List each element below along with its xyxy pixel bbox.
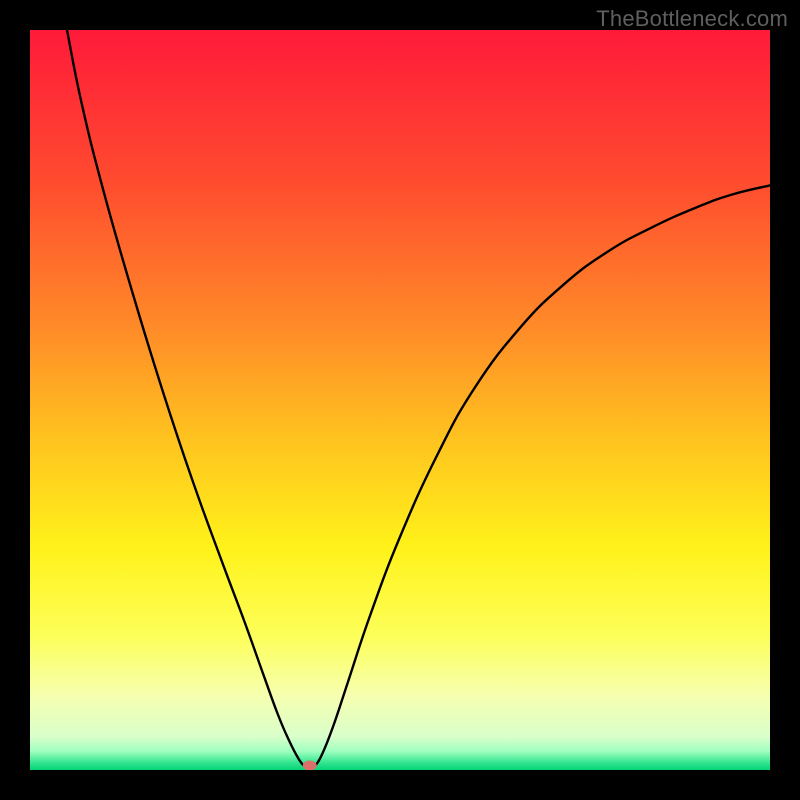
plot-area bbox=[30, 30, 770, 770]
bottleneck-chart bbox=[30, 30, 770, 770]
watermark-text: TheBottleneck.com bbox=[596, 6, 788, 32]
gradient-background bbox=[30, 30, 770, 770]
chart-frame: TheBottleneck.com bbox=[0, 0, 800, 800]
